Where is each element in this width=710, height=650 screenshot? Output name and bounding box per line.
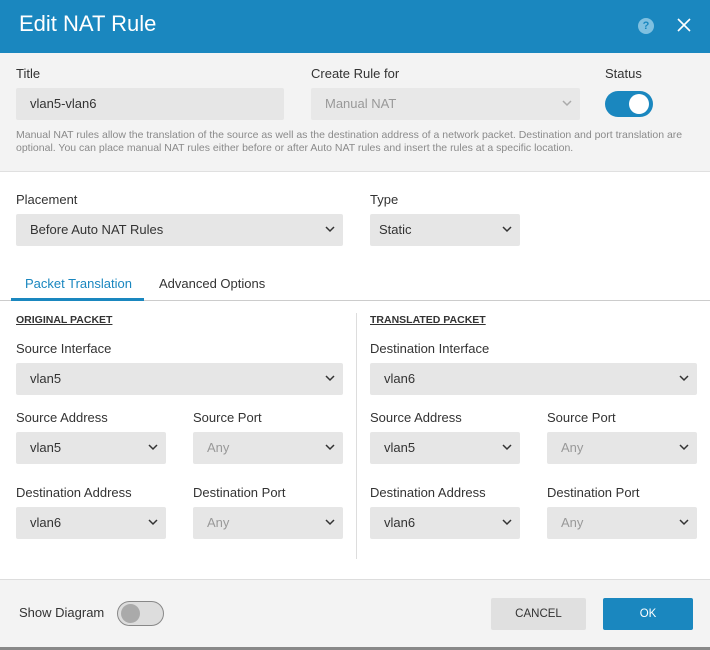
translated-dest-port-label: Destination Port bbox=[547, 485, 640, 500]
source-interface-label: Source Interface bbox=[16, 341, 112, 356]
chevron-down-icon bbox=[325, 375, 335, 382]
translated-dest-address-label: Destination Address bbox=[370, 485, 486, 500]
create-rule-label: Create Rule for bbox=[311, 66, 400, 81]
original-dest-port-label: Destination Port bbox=[193, 485, 286, 500]
original-dest-address-label: Destination Address bbox=[16, 485, 132, 500]
title-label: Title bbox=[16, 66, 41, 81]
translated-source-address-value: vlan5 bbox=[384, 440, 416, 455]
original-dest-address-select[interactable]: vlan6 bbox=[16, 507, 166, 539]
show-diagram-toggle[interactable] bbox=[117, 601, 164, 626]
status-toggle[interactable] bbox=[605, 91, 653, 117]
source-interface-value: vlan5 bbox=[30, 371, 62, 386]
chevron-down-icon bbox=[148, 444, 158, 451]
cancel-button[interactable]: CANCEL bbox=[491, 598, 586, 630]
original-source-address-value: vlan5 bbox=[30, 440, 62, 455]
dialog-header: Edit NAT Rule ? bbox=[0, 0, 710, 53]
chevron-down-icon bbox=[502, 519, 512, 526]
original-source-address-select[interactable]: vlan5 bbox=[16, 432, 166, 464]
chevron-down-icon bbox=[325, 444, 335, 451]
chevron-down-icon bbox=[325, 226, 335, 233]
original-source-port-select: Any bbox=[193, 432, 343, 464]
description-text: Manual NAT rules allow the translation o… bbox=[16, 129, 683, 154]
translated-dest-address-value: vlan6 bbox=[384, 515, 416, 530]
translated-source-port-value: Any bbox=[561, 440, 584, 455]
tab-packet-translation[interactable]: Packet Translation bbox=[25, 276, 132, 291]
dest-interface-value: vlan6 bbox=[384, 371, 416, 386]
close-icon[interactable] bbox=[676, 17, 692, 33]
dest-interface-label: Destination Interface bbox=[370, 341, 490, 356]
ok-button[interactable]: OK bbox=[603, 598, 693, 630]
placement-value: Before Auto NAT Rules bbox=[30, 222, 164, 237]
translated-dest-port-select: Any bbox=[547, 507, 697, 539]
translated-source-port-select: Any bbox=[547, 432, 697, 464]
status-label: Status bbox=[605, 66, 642, 81]
chevron-down-icon bbox=[325, 519, 335, 526]
chevron-down-icon bbox=[502, 226, 512, 233]
toggle-knob bbox=[629, 94, 649, 114]
create-rule-select: Manual NAT bbox=[311, 88, 580, 120]
dest-interface-select[interactable]: vlan6 bbox=[370, 363, 697, 395]
chevron-down-icon bbox=[148, 519, 158, 526]
translated-source-port-label: Source Port bbox=[547, 410, 616, 425]
toggle-knob bbox=[121, 604, 140, 623]
original-source-address-label: Source Address bbox=[16, 410, 108, 425]
placement-label: Placement bbox=[16, 192, 78, 207]
original-dest-address-value: vlan6 bbox=[30, 515, 62, 530]
original-source-port-label: Source Port bbox=[193, 410, 262, 425]
dialog-title: Edit NAT Rule bbox=[19, 11, 157, 36]
chevron-down-icon bbox=[562, 100, 572, 107]
show-diagram-label: Show Diagram bbox=[19, 605, 105, 620]
placement-select[interactable]: Before Auto NAT Rules bbox=[16, 214, 343, 246]
translated-packet-heading: TRANSLATED PACKET bbox=[370, 314, 486, 326]
type-label: Type bbox=[370, 192, 399, 207]
type-value: Static bbox=[379, 222, 412, 237]
chevron-down-icon bbox=[679, 444, 689, 451]
source-interface-select[interactable]: vlan5 bbox=[16, 363, 343, 395]
chevron-down-icon bbox=[679, 519, 689, 526]
title-input[interactable]: vlan5-vlan6 bbox=[16, 88, 284, 120]
column-divider bbox=[356, 313, 357, 559]
translated-source-address-select[interactable]: vlan5 bbox=[370, 432, 520, 464]
translated-dest-port-value: Any bbox=[561, 515, 584, 530]
original-dest-port-value: Any bbox=[207, 515, 230, 530]
translated-dest-address-select[interactable]: vlan6 bbox=[370, 507, 520, 539]
tab-advanced-options[interactable]: Advanced Options bbox=[159, 276, 265, 291]
original-packet-heading: ORIGINAL PACKET bbox=[16, 314, 113, 326]
chevron-down-icon bbox=[679, 375, 689, 382]
help-icon[interactable]: ? bbox=[638, 18, 654, 34]
translated-source-address-label: Source Address bbox=[370, 410, 462, 425]
chevron-down-icon bbox=[502, 444, 512, 451]
active-tab-indicator bbox=[11, 298, 144, 301]
create-rule-value: Manual NAT bbox=[325, 96, 397, 111]
type-select[interactable]: Static bbox=[370, 214, 520, 246]
original-source-port-value: Any bbox=[207, 440, 230, 455]
original-dest-port-select: Any bbox=[193, 507, 343, 539]
